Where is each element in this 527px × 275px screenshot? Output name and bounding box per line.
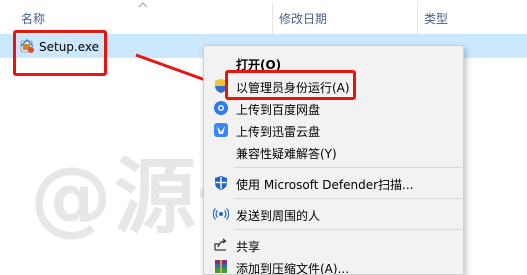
- column-header-date[interactable]: 修改日期: [279, 10, 327, 27]
- column-separator[interactable]: [272, 2, 273, 34]
- menu-divider: [234, 229, 462, 230]
- share-icon: [214, 238, 227, 251]
- menu-item-defender-scan[interactable]: 使用 Microsoft Defender扫描...: [204, 172, 463, 194]
- menu-divider: [234, 198, 462, 199]
- menu-item-label: 上传到百度网盘: [236, 103, 321, 117]
- menu-item-label: 兼容性疑难解答(Y): [236, 147, 337, 161]
- menu-item-compatibility[interactable]: 兼容性疑难解答(Y): [204, 141, 463, 163]
- file-highlight-box: [13, 30, 107, 76]
- menu-item-share[interactable]: 共享: [204, 234, 463, 256]
- winrar-icon: [215, 260, 227, 273]
- menu-item-nearby-share[interactable]: 发送到周围的人: [204, 203, 463, 225]
- sort-chevron-icon: [138, 2, 148, 8]
- menu-item-upload-baidu[interactable]: 上传到百度网盘: [204, 97, 463, 119]
- column-separator[interactable]: [417, 2, 418, 34]
- menu-item-label: 使用 Microsoft Defender扫描...: [236, 178, 414, 192]
- baidu-netdisk-icon: [214, 101, 228, 115]
- menu-item-add-to-archive[interactable]: 添加到压缩文件(A)...: [204, 256, 463, 275]
- menu-item-label: 上传到迅雷云盘: [236, 125, 321, 139]
- defender-shield-icon: [215, 176, 227, 190]
- column-header-name[interactable]: 名称: [21, 10, 45, 27]
- column-header-row: 名称 修改日期 类型: [0, 0, 527, 34]
- menu-item-label: 发送到周围的人: [236, 209, 321, 223]
- column-header-type[interactable]: 类型: [424, 10, 448, 27]
- admin-option-highlight-box: [225, 70, 356, 100]
- menu-divider: [234, 167, 462, 168]
- nearby-share-icon: [213, 208, 229, 220]
- thunder-cloud-icon: [214, 123, 228, 137]
- menu-item-label: 共享: [236, 240, 261, 254]
- menu-item-upload-thunder[interactable]: 上传到迅雷云盘: [204, 119, 463, 141]
- menu-item-label: 添加到压缩文件(A)...: [236, 262, 350, 275]
